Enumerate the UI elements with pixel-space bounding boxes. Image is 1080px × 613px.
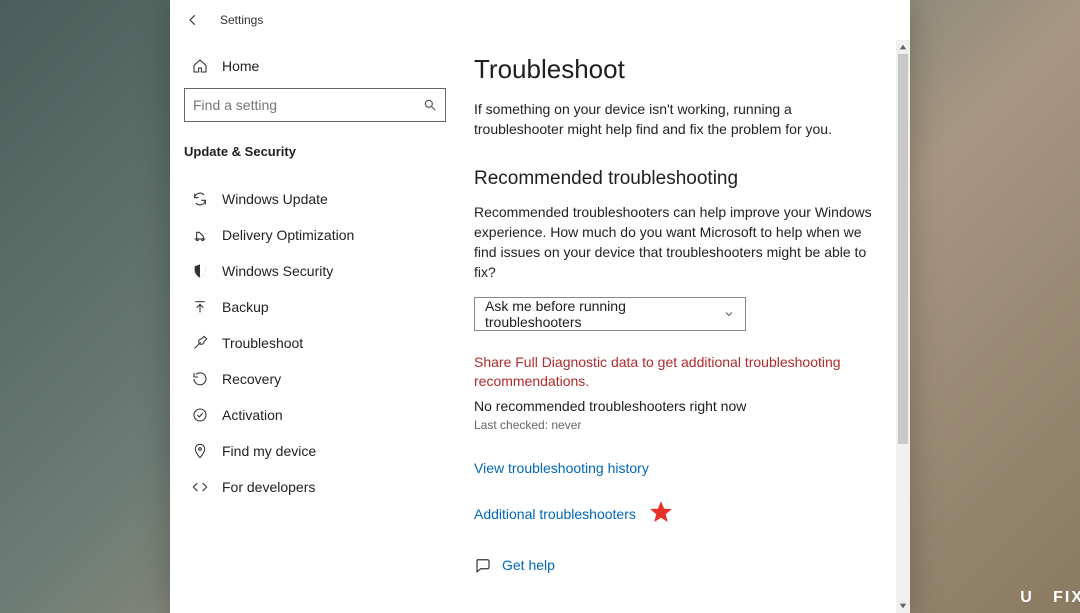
scroll-thumb[interactable] — [898, 54, 908, 444]
get-help-row: Get help — [474, 556, 882, 574]
dropdown-value: Ask me before running troubleshooters — [485, 298, 723, 330]
wrench-icon — [192, 335, 208, 351]
search-icon — [423, 98, 437, 112]
sidebar-item-windows-security[interactable]: Windows Security — [184, 253, 446, 289]
sidebar-section: Update & Security — [184, 140, 446, 163]
watermark-u: U — [1020, 589, 1034, 606]
troubleshooter-preference-dropdown[interactable]: Ask me before running troubleshooters — [474, 297, 746, 331]
sidebar-home-label: Home — [222, 58, 259, 74]
watermark-fix: FIX — [1053, 589, 1080, 606]
search-box[interactable] — [184, 88, 446, 122]
scroll-up-arrow[interactable] — [896, 40, 910, 54]
no-recommended-text: No recommended troubleshooters right now — [474, 398, 882, 414]
sidebar-item-delivery-optimization[interactable]: Delivery Optimization — [184, 217, 446, 253]
main-panel: Troubleshoot If something on your device… — [460, 40, 910, 613]
chat-icon — [474, 556, 492, 574]
activation-icon — [192, 407, 208, 423]
location-icon — [192, 443, 208, 459]
nav-label: Delivery Optimization — [222, 227, 354, 243]
additional-troubleshooters-link[interactable]: Additional troubleshooters — [474, 506, 636, 522]
nav-label: Windows Update — [222, 191, 328, 207]
nav-label: Troubleshoot — [222, 335, 303, 351]
refresh-icon — [192, 191, 208, 207]
watermark: U FIX — [1020, 589, 1080, 607]
nav-label: Find my device — [222, 443, 316, 459]
scroll-down-arrow[interactable] — [896, 599, 910, 613]
nav-label: Recovery — [222, 371, 281, 387]
share-diagnostic-link[interactable]: Share Full Diagnostic data to get additi… — [474, 353, 882, 392]
nav-label: Activation — [222, 407, 283, 423]
get-help-link[interactable]: Get help — [502, 557, 555, 573]
star-marker-icon — [648, 499, 674, 530]
back-button[interactable] — [182, 9, 204, 31]
sidebar-home[interactable]: Home — [184, 48, 446, 84]
sidebar-item-backup[interactable]: Backup — [184, 289, 446, 325]
scrollbar[interactable] — [896, 40, 910, 613]
recommended-text: Recommended troubleshooters can help imp… — [474, 202, 882, 283]
shield-icon — [192, 263, 208, 279]
page-title: Troubleshoot — [474, 54, 882, 85]
nav-label: Backup — [222, 299, 269, 315]
titlebar: Settings — [170, 0, 910, 40]
sidebar-item-troubleshoot[interactable]: Troubleshoot — [184, 325, 446, 361]
sidebar-item-for-developers[interactable]: For developers — [184, 469, 446, 505]
sidebar-item-find-my-device[interactable]: Find my device — [184, 433, 446, 469]
nav-label: For developers — [222, 479, 315, 495]
sidebar-nav: Windows Update Delivery Optimization Win… — [184, 181, 446, 505]
nav-label: Windows Security — [222, 263, 333, 279]
recovery-icon — [192, 371, 208, 387]
sidebar-item-windows-update[interactable]: Windows Update — [184, 181, 446, 217]
code-icon — [192, 479, 208, 495]
recommended-heading: Recommended troubleshooting — [474, 168, 882, 190]
intro-text: If something on your device isn't workin… — [474, 99, 882, 140]
search-input[interactable] — [193, 97, 423, 113]
sidebar-item-activation[interactable]: Activation — [184, 397, 446, 433]
backup-icon — [192, 299, 208, 315]
window-title: Settings — [220, 13, 263, 27]
settings-window: Settings Home Update & Security Windows … — [170, 0, 910, 613]
sidebar: Home Update & Security Windows Update De… — [170, 40, 460, 613]
home-icon — [192, 58, 208, 74]
chevron-down-icon — [723, 308, 735, 320]
sidebar-item-recovery[interactable]: Recovery — [184, 361, 446, 397]
last-checked-text: Last checked: never — [474, 418, 882, 432]
content: Home Update & Security Windows Update De… — [170, 40, 910, 613]
delivery-icon — [192, 227, 208, 243]
view-history-link[interactable]: View troubleshooting history — [474, 460, 882, 476]
